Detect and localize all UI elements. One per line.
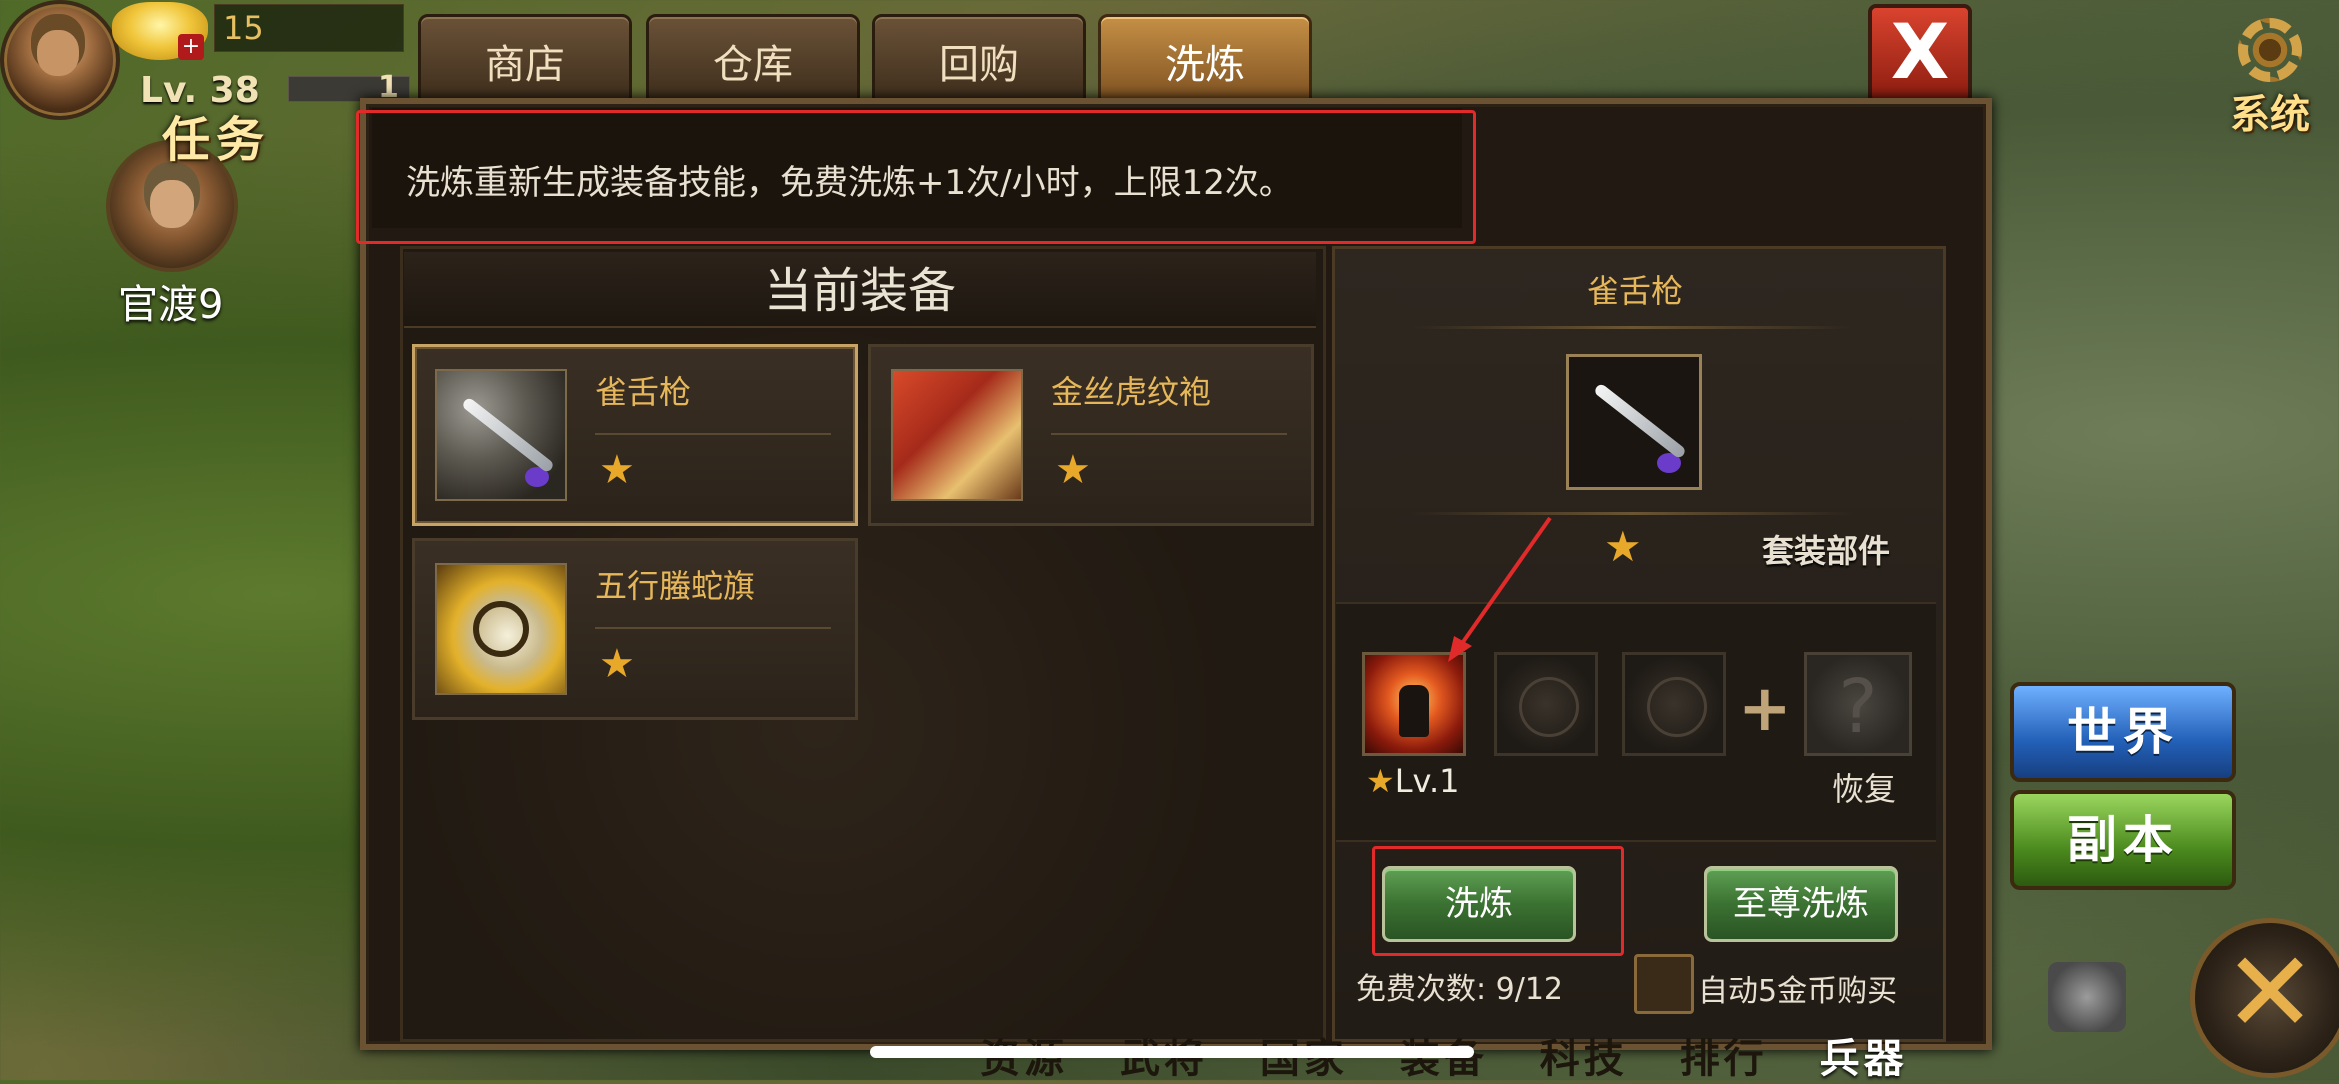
red-arrow-annotation <box>1448 516 1552 662</box>
world-button[interactable]: 世界 <box>2010 682 2236 782</box>
tab-shop[interactable]: 商店 <box>418 14 632 108</box>
star-icon: ★ <box>599 447 635 493</box>
spear-icon <box>435 369 567 501</box>
refine-highlight-outline <box>1372 846 1624 956</box>
star-icon: ★ <box>1604 522 1642 571</box>
equipment-name: 雀舌枪 <box>595 373 692 411</box>
detail-spear-icon <box>1566 354 1702 490</box>
menu-ranking[interactable]: 排行 <box>1680 1036 1768 1082</box>
skill-level: ★Lv.1 <box>1366 762 1460 800</box>
equipment-name: 五行螣蛇旗 <box>595 567 756 605</box>
menu-generals[interactable]: 武将 <box>1120 1036 1208 1082</box>
quest-label: 任务 <box>162 112 271 168</box>
menu-weapons[interactable]: 兵器 <box>1820 1036 1908 1082</box>
location-label: 官渡9 <box>118 282 224 328</box>
system-label: 系统 <box>2230 92 2310 138</box>
free-count: 免费次数: 9/12 <box>1356 972 1564 1007</box>
robe-icon <box>891 369 1023 501</box>
menu-equipment[interactable]: 装备 <box>1400 1036 1488 1082</box>
gear-icon <box>2238 18 2302 82</box>
home-indicator[interactable] <box>870 1046 1474 1058</box>
current-equipment-header: 当前装备 <box>404 252 1316 328</box>
restore-label: 恢复 <box>1832 770 1897 808</box>
main-close-button[interactable]: ✕ <box>2190 918 2339 1078</box>
star-icon: ★ <box>1366 762 1395 800</box>
menu-tech[interactable]: 科技 <box>1540 1036 1628 1082</box>
tab-buyback[interactable]: 回购 <box>872 14 1086 108</box>
notice-highlight-outline <box>356 110 1476 244</box>
plus-icon: + <box>1738 672 1792 746</box>
tab-warehouse[interactable]: 仓库 <box>646 14 860 108</box>
system-button[interactable]: 系统 <box>2220 18 2330 138</box>
equipment-name: 金丝虎纹袍 <box>1051 373 1212 411</box>
equipment-card-banner[interactable]: 五行螣蛇旗 ★ <box>412 538 858 720</box>
menu-resources[interactable]: 资源 <box>980 1036 1068 1082</box>
menu-nation[interactable]: 国家 <box>1260 1036 1348 1082</box>
equipment-card-robe[interactable]: 金丝虎纹袍 ★ <box>868 344 1314 526</box>
skill-slot-2[interactable] <box>1494 652 1598 756</box>
lion-head-icon[interactable] <box>2048 962 2126 1032</box>
skill-slot-3[interactable] <box>1622 652 1726 756</box>
auto-buy-checkbox[interactable] <box>1634 954 1694 1014</box>
player-level: Lv. 38 <box>140 70 260 111</box>
gold-count: 15 <box>214 4 404 52</box>
star-icon: ★ <box>1055 447 1091 493</box>
restore-help-icon[interactable]: ? <box>1804 652 1912 756</box>
auto-buy-label: 自动5金币购买 <box>1698 974 1898 1009</box>
instance-button[interactable]: 副本 <box>2010 790 2236 890</box>
close-button[interactable]: X <box>1868 4 1972 104</box>
tab-refine[interactable]: 洗炼 <box>1098 14 1312 108</box>
equipment-card-spear[interactable]: 雀舌枪 ★ <box>412 344 858 526</box>
set-part-label: 套装部件 <box>1762 532 1891 570</box>
player-avatar[interactable] <box>0 0 120 120</box>
supreme-refine-button[interactable]: 至尊洗炼 <box>1704 866 1898 942</box>
detail-title: 雀舌枪 <box>1586 272 1683 310</box>
star-icon: ★ <box>599 641 635 687</box>
skill-slot-1[interactable] <box>1362 652 1466 756</box>
add-gold-button[interactable]: + <box>178 34 204 60</box>
banner-icon <box>435 563 567 695</box>
